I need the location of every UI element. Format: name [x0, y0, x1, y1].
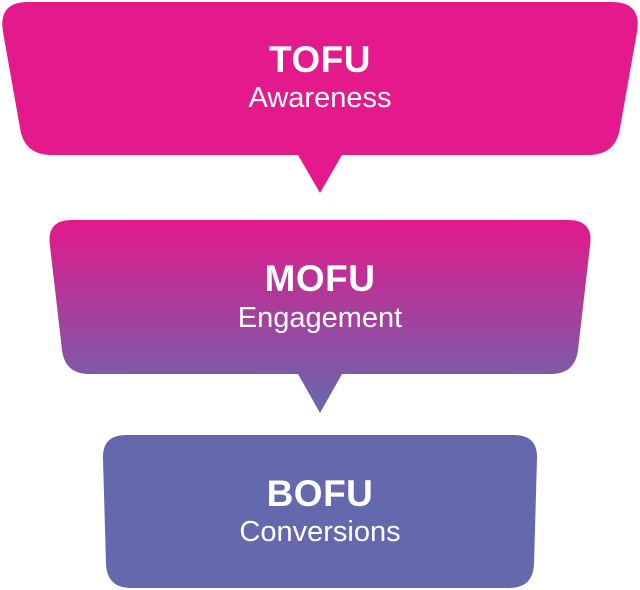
stage-tofu: TOFU Awareness [2, 2, 638, 193]
stage-mofu-subtitle: Engagement [238, 302, 402, 334]
funnel-diagram: TOFU Awareness MOFU Engagement BOFU Conv… [2, 2, 638, 588]
stage-mofu-title: MOFU [265, 258, 376, 299]
stage-mofu: MOFU Engagement [49, 220, 591, 413]
stage-bofu-subtitle: Conversions [239, 516, 400, 548]
stage-bofu-title: BOFU [267, 473, 374, 514]
stage-bofu: BOFU Conversions [102, 435, 538, 588]
stage-tofu-subtitle: Awareness [249, 82, 392, 114]
stage-tofu-title: TOFU [269, 39, 371, 80]
